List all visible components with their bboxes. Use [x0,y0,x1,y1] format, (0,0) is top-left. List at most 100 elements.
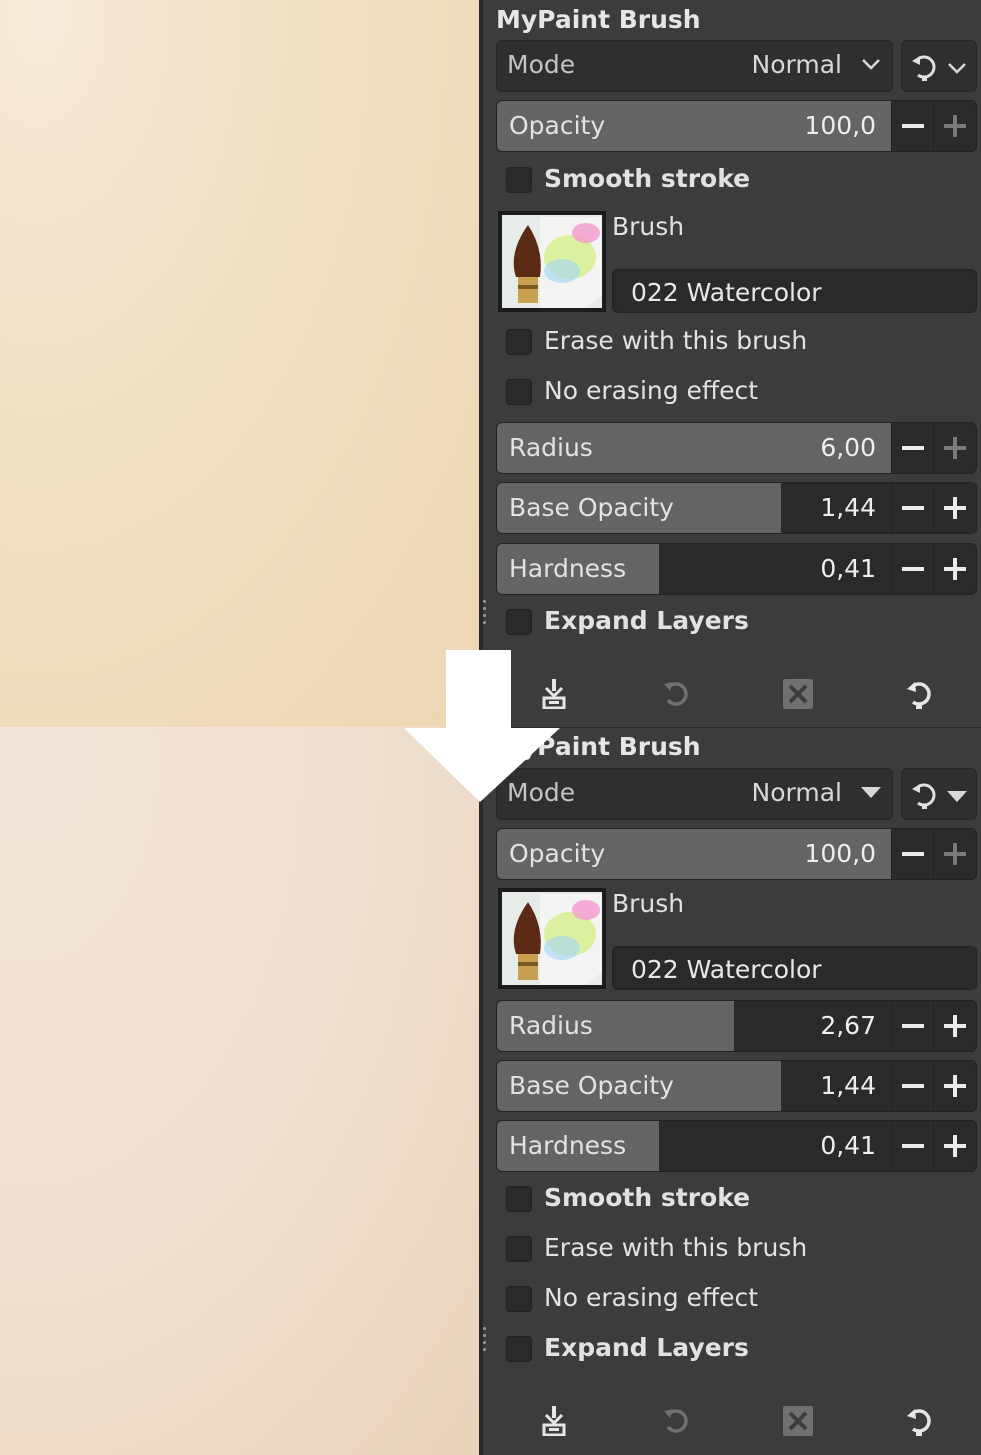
smooth-stroke-label: Smooth stroke [544,1183,751,1212]
restore-preset-button[interactable] [656,674,696,714]
reset-icon [912,55,936,81]
brush-name-field[interactable]: 022 Watercolor [612,269,977,313]
mode-value: Normal [751,778,842,807]
reset-icon [907,1409,931,1436]
base-opacity-value: 1,44 [820,1071,876,1100]
reset-icon [907,682,931,709]
erase-with-brush-checkbox[interactable] [506,329,532,355]
no-erasing-effect-checkbox[interactable] [506,379,532,405]
hardness-slider[interactable]: Hardness 0,41 [496,1120,977,1172]
no-erasing-effect-checkbox[interactable] [506,1286,532,1312]
opacity-value: 100,0 [804,111,876,140]
radius-slider[interactable]: Radius 6,00 [496,422,977,474]
no-erasing-effect-label: No erasing effect [544,1283,759,1312]
reset-options-button[interactable] [900,674,940,714]
paint-mode-reset-button[interactable] [901,768,977,820]
base-opacity-slider[interactable]: Base Opacity 1,44 [496,1060,977,1112]
erase-with-brush-checkbox[interactable] [506,1236,532,1262]
opacity-slider[interactable]: Opacity 100,0 [496,828,977,880]
base-opacity-value: 1,44 [820,493,876,522]
mode-combo[interactable]: Mode Normal [496,40,893,92]
delete-preset-button[interactable] [778,1401,818,1441]
opacity-label: Opacity [509,111,606,140]
erase-with-brush-label: Erase with this brush [544,1233,808,1262]
paint-mode-reset-button[interactable] [901,40,977,92]
base-opacity-label: Base Opacity [509,1071,674,1100]
opacity-decrease-button[interactable] [891,829,934,879]
base-opacity-decrease-button[interactable] [891,1061,934,1111]
hardness-decrease-button[interactable] [891,1121,934,1171]
canvas-top[interactable] [0,0,479,727]
expand-layers-checkbox[interactable] [506,1336,532,1362]
brush-label: Brush [612,889,685,918]
expand-layers-checkbox[interactable] [506,609,532,635]
delete-icon [783,679,813,709]
reset-icon [912,783,936,809]
delete-icon [783,1406,813,1436]
tool-options-bottom: MyPaint Brush Mode Normal Opacity 100,0 [487,728,981,1455]
reset-options-button[interactable] [900,1401,940,1441]
opacity-slider[interactable]: Opacity 100,0 [496,100,977,152]
base-opacity-increase-button[interactable] [933,483,976,533]
base-opacity-label: Base Opacity [509,493,674,522]
opacity-label: Opacity [509,839,606,868]
minus-icon [902,124,924,128]
base-opacity-increase-button[interactable] [933,1061,976,1111]
save-preset-button[interactable] [534,1401,574,1441]
radius-increase-button[interactable] [933,1001,976,1051]
opacity-increase-button[interactable] [933,829,976,879]
hardness-value: 0,41 [820,1131,876,1160]
smooth-stroke-label: Smooth stroke [544,164,751,193]
minus-icon [902,1144,924,1148]
erase-with-brush-label: Erase with this brush [544,326,808,355]
brush-name: 022 Watercolor [631,955,822,984]
radius-value: 6,00 [820,433,876,462]
down-arrow-icon [404,650,560,802]
watercolor-brush-icon [502,892,602,985]
panel-title: MyPaint Brush [496,5,701,34]
triangle-down-icon [861,787,881,798]
hardness-increase-button[interactable] [933,1121,976,1171]
plus-icon [944,1075,966,1097]
minus-icon [902,852,924,856]
hardness-slider[interactable]: Hardness 0,41 [496,543,977,595]
hardness-label: Hardness [509,554,627,583]
smooth-stroke-checkbox[interactable] [506,1186,532,1212]
radius-decrease-button[interactable] [891,1001,934,1051]
base-opacity-decrease-button[interactable] [891,483,934,533]
brush-name-field[interactable]: 022 Watercolor [612,946,977,990]
canvas-bottom[interactable] [0,727,479,1455]
tool-options-top: MyPaint Brush Mode Normal Opacity 100,0 … [487,0,981,728]
plus-icon [944,843,966,865]
opacity-decrease-button[interactable] [891,101,934,151]
brush-preview[interactable] [498,211,606,312]
expand-layers-label: Expand Layers [544,1333,749,1362]
restore-preset-button[interactable] [656,1401,696,1441]
save-preset-icon [542,1406,566,1436]
radius-increase-button[interactable] [933,423,976,473]
minus-icon [902,1084,924,1088]
minus-icon [902,567,924,571]
expand-layers-label: Expand Layers [544,606,749,635]
hardness-decrease-button[interactable] [891,544,934,594]
opacity-increase-button[interactable] [933,101,976,151]
opacity-value: 100,0 [804,839,876,868]
radius-decrease-button[interactable] [891,423,934,473]
plus-icon [944,437,966,459]
hardness-value: 0,41 [820,554,876,583]
brush-preview[interactable] [498,888,606,989]
base-opacity-slider[interactable]: Base Opacity 1,44 [496,482,977,534]
mode-value: Normal [751,50,842,79]
triangle-down-icon [947,791,967,802]
delete-preset-button[interactable] [778,674,818,714]
plus-icon [944,1015,966,1037]
smooth-stroke-checkbox[interactable] [506,167,532,193]
hardness-label: Hardness [509,1131,627,1160]
hardness-increase-button[interactable] [933,544,976,594]
radius-label: Radius [509,433,593,462]
radius-value: 2,67 [820,1011,876,1040]
restore-icon [664,1409,688,1433]
radius-slider[interactable]: Radius 2,67 [496,1000,977,1052]
brush-label: Brush [612,212,685,241]
watercolor-brush-icon [502,215,602,308]
